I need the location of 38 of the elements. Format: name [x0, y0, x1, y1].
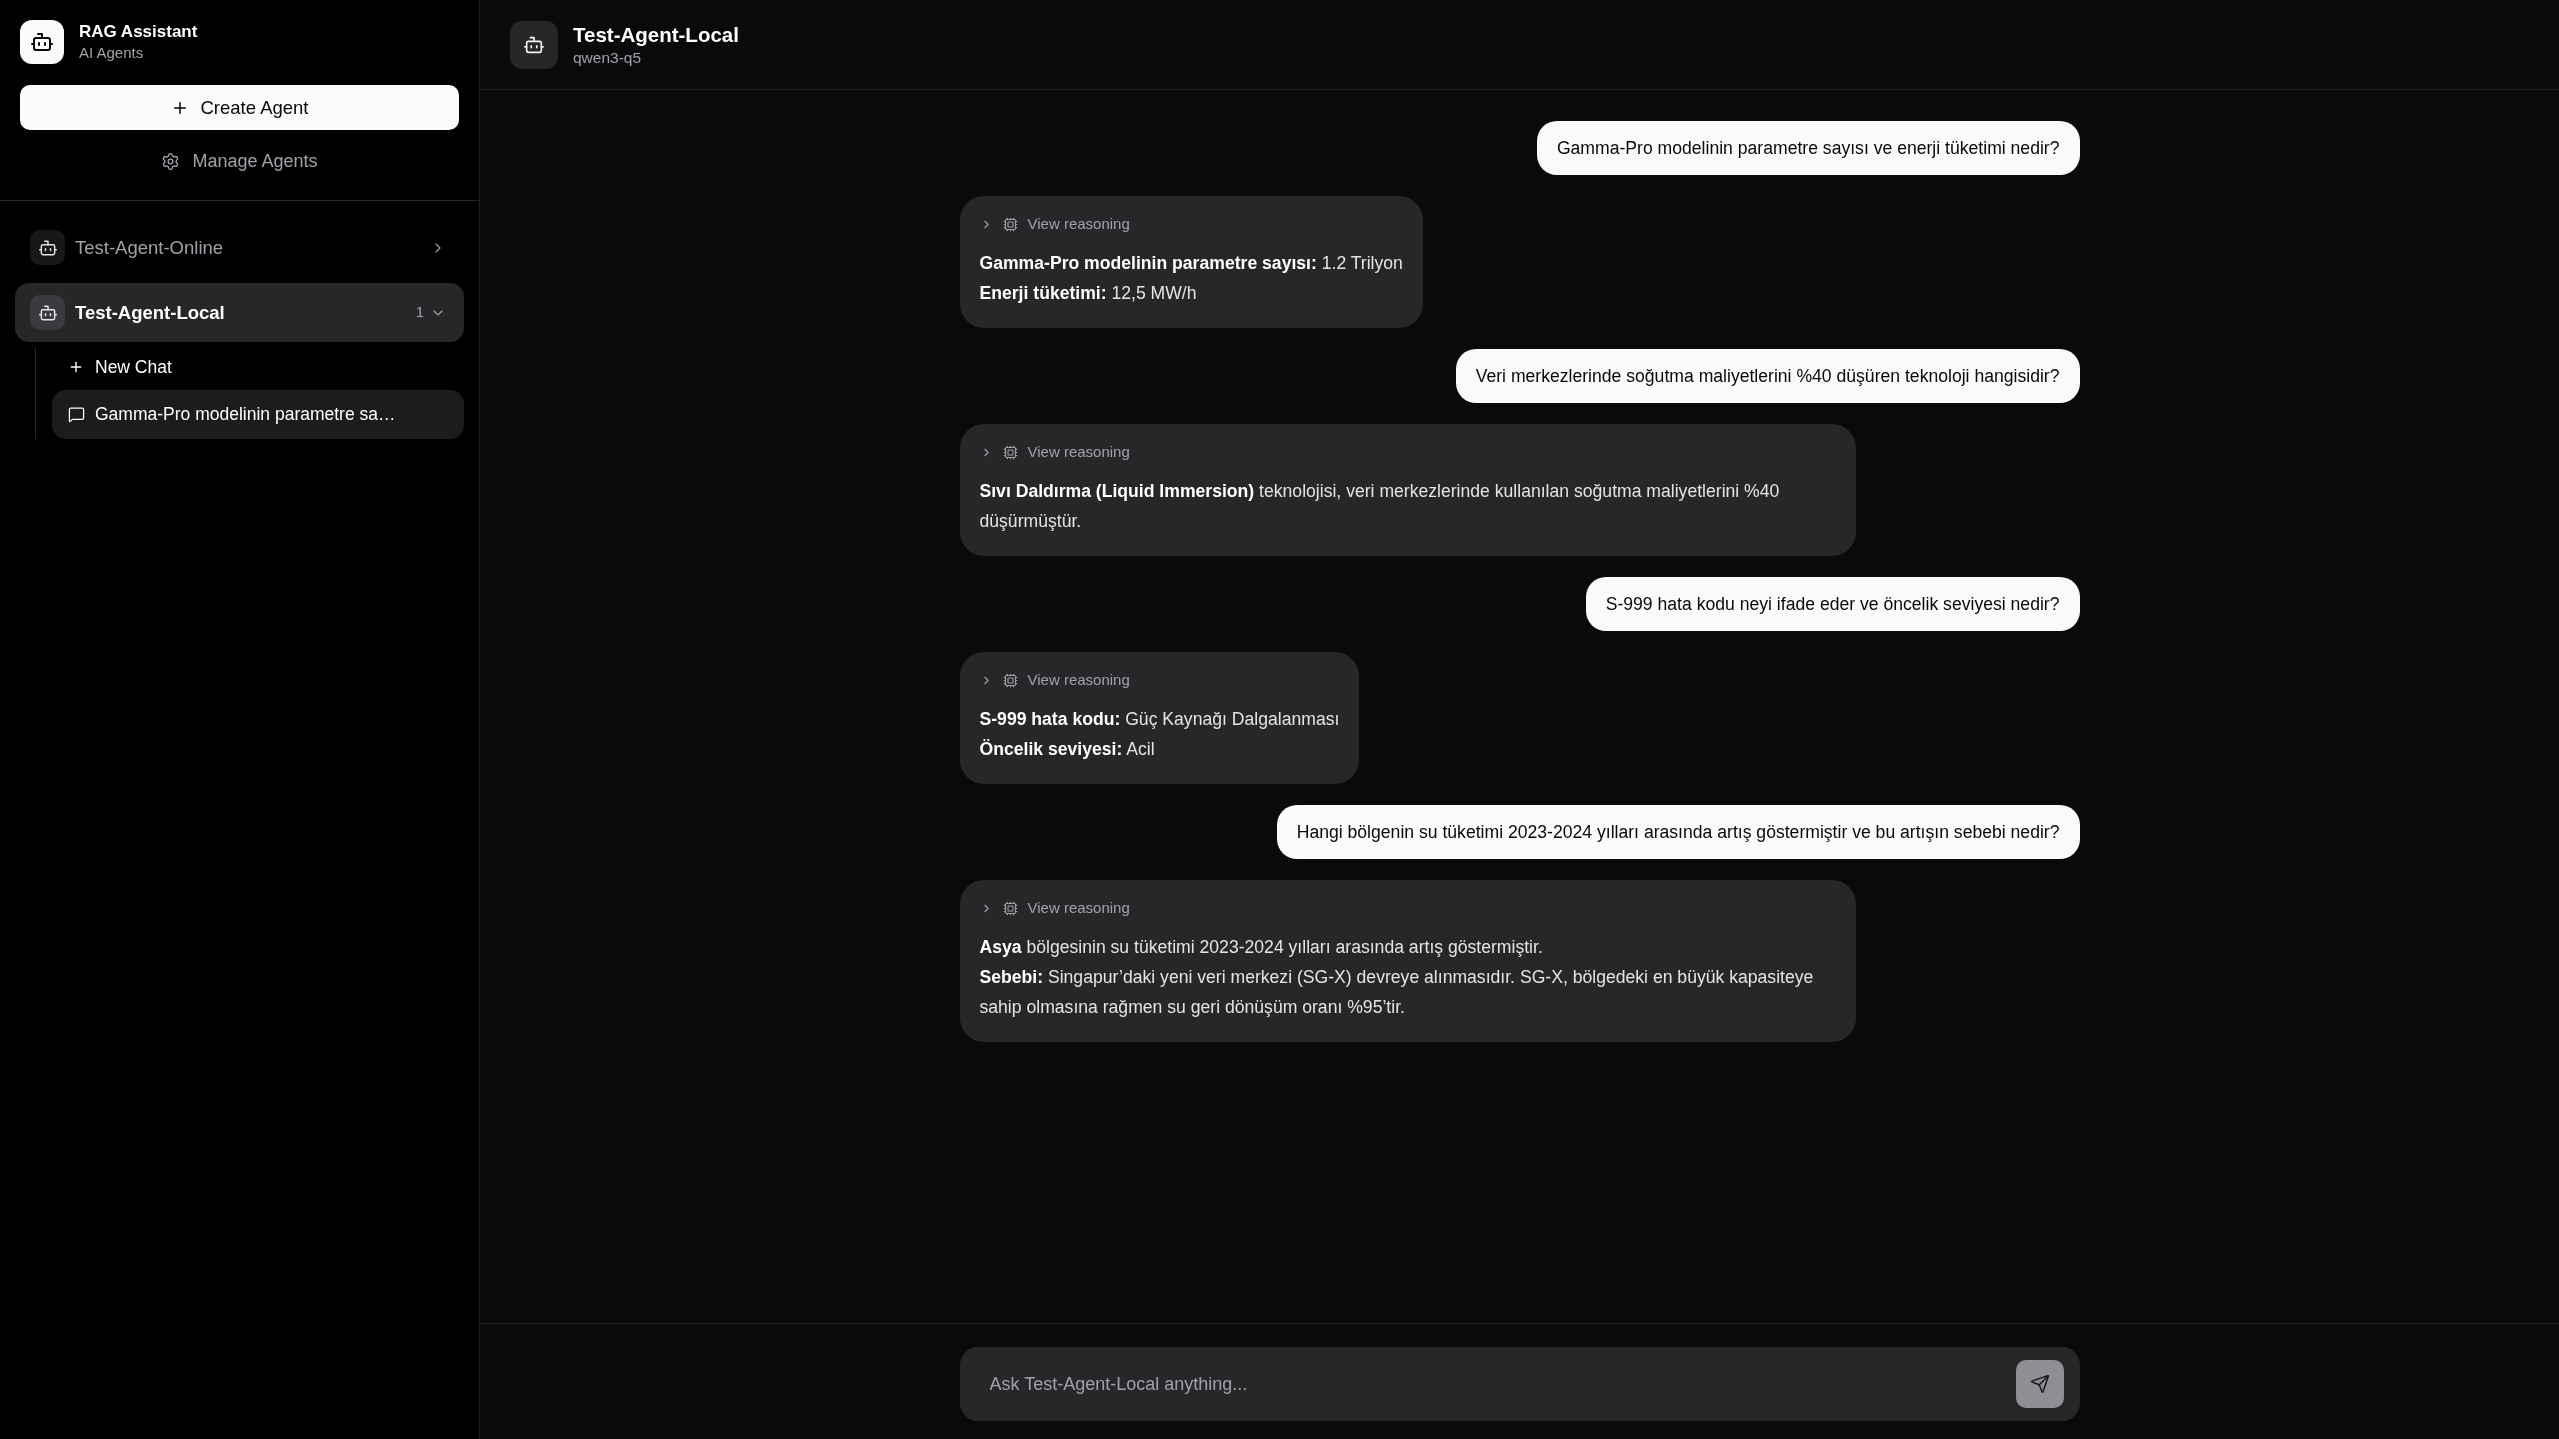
- robot-icon: [510, 20, 558, 69]
- message-text: Sebebi: Singapur’daki yeni veri merkezi (SG-X) devreye alınmasıdır. SG-X, bölgedeki en büyük kapasiteye sahip olmasına rağmen su geri dönüşüm oranı %95’tir.: [979, 966, 1815, 1019]
- send-icon: [2029, 1374, 2050, 1394]
- chip-icon: [1002, 444, 1018, 460]
- message-text: Öncelik seviyesi: Acil: [979, 738, 1156, 761]
- message-text: Asya bölgesinin su tüketimi 2023-2024 yılları arasında artış göstermiştir.: [979, 936, 1544, 959]
- new-chat-button[interactable]: New Chat: [52, 347, 464, 387]
- chip-icon: [1002, 672, 1018, 688]
- user-message: Hangi bölgenin su tüketimi 2023-2024 yılları arasında artış göstermiştir ve bu artışın sebebi nedir?: [1276, 805, 2080, 859]
- message-text: Gamma-Pro modelinin parametre sayısı: 1.2 Trilyon: [979, 252, 1403, 275]
- agent-item[interactable]: Test-Agent-Online: [15, 218, 464, 277]
- app-title: RAG Assistant: [79, 21, 198, 43]
- message-text: Sıvı Daldırma (Liquid Immersion) teknolojisi, veri merkezlerinde kullanılan soğutma maliyetlerini %40 düşürmüştür.: [979, 480, 1781, 533]
- chat-item[interactable]: Gamma-Pro modelinin parametre sa…: [52, 390, 464, 439]
- settings-icon: [161, 151, 181, 171]
- view-reasoning-button[interactable]: View reasoning: [979, 440, 1130, 464]
- user-message: S-999 hata kodu neyi ifade eder ve öncelik seviyesi nedir?: [1585, 577, 2080, 631]
- message-text: S-999 hata kodu: Güç Kaynağı Dalgalanması: [979, 708, 1340, 731]
- agent-title: Test-Agent-Local: [573, 21, 739, 48]
- chat-bubble-icon: [68, 406, 85, 423]
- robot-icon: [30, 230, 65, 265]
- agent-item[interactable]: Test-Agent-Local 1: [15, 283, 464, 342]
- model-name: qwen3-q5: [573, 47, 643, 68]
- chat-count: 1: [415, 302, 424, 323]
- robot-icon: [30, 295, 65, 330]
- view-reasoning-button[interactable]: View reasoning: [979, 212, 1130, 236]
- user-message: Veri merkezlerinde soğutma maliyetlerini %40 düşüren teknoloji hangisidir?: [1455, 349, 2080, 403]
- create-agent-button[interactable]: Create Agent: [20, 85, 459, 130]
- app-subtitle: AI Agents: [79, 43, 145, 63]
- view-reasoning-button[interactable]: View reasoning: [979, 896, 1130, 920]
- manage-agents-link[interactable]: Manage Agents: [161, 146, 318, 176]
- view-reasoning-button[interactable]: View reasoning: [979, 668, 1130, 692]
- robot-icon: [20, 20, 64, 64]
- plus-icon: [68, 359, 84, 375]
- chip-icon: [1002, 216, 1018, 232]
- user-message: Gamma-Pro modelinin parametre sayısı ve enerji tüketimi nedir?: [1536, 121, 2080, 175]
- message-text: Enerji tüketimi: 12,5 MW/h: [979, 282, 1198, 305]
- chip-icon: [1002, 900, 1018, 916]
